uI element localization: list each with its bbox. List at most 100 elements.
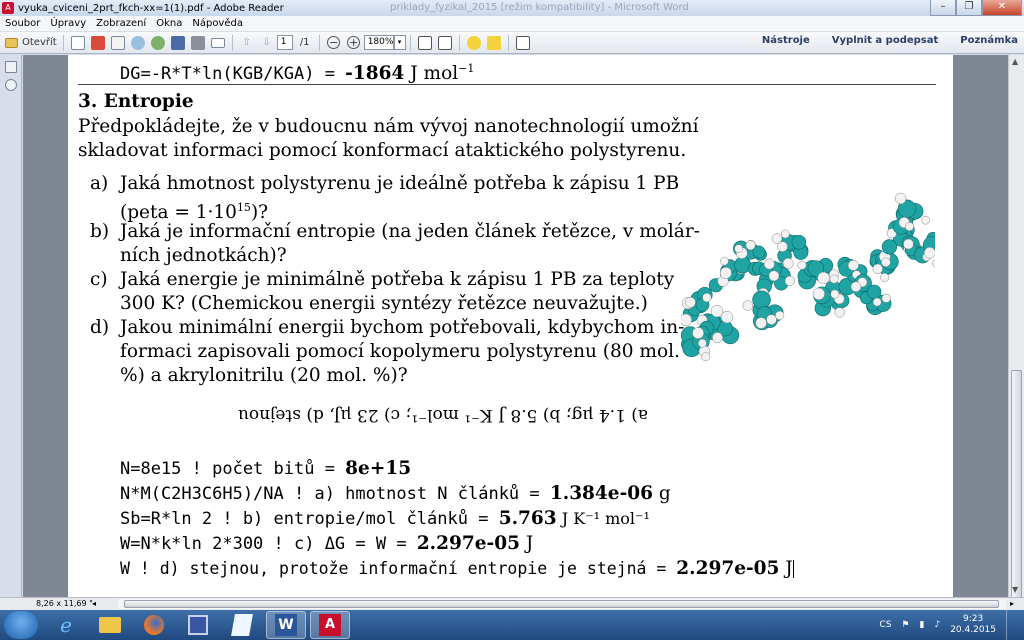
hydrogen-atom — [784, 275, 795, 287]
question-c-line-1: Jaká energie je minimálně potřeba k zápi… — [120, 269, 675, 290]
volume-icon[interactable]: ♪ — [934, 620, 940, 630]
taskbar-internet-explorer[interactable]: e — [46, 611, 86, 639]
expand-icon — [515, 35, 530, 50]
network-icon[interactable]: ▮ — [919, 620, 924, 630]
adobe-reader-icon: A — [2, 2, 14, 14]
taskbar-adobe-reader[interactable]: A — [310, 611, 350, 639]
horizontal-scroll-thumb[interactable] — [124, 600, 999, 608]
question-a-marker: a) — [90, 173, 109, 194]
fit-width-button[interactable] — [437, 34, 453, 52]
calc-line-5: W ! d) stejnou, protože informační entro… — [120, 558, 794, 579]
vertical-scroll-thumb[interactable] — [1011, 370, 1022, 600]
hydrogen-atom — [881, 293, 891, 303]
section-heading: 3. Entropie — [78, 91, 194, 112]
menu-file[interactable]: Soubor — [0, 18, 45, 29]
question-c-marker: c) — [90, 269, 108, 290]
fit-page-button[interactable] — [417, 34, 433, 52]
pdf-page: DG=-R*T*ln(KGB/KGA) = -1864 J mol−1 3. E… — [68, 55, 953, 597]
word-icon: W — [275, 614, 297, 636]
create-pdf-button[interactable] — [70, 34, 86, 52]
highlight-button[interactable] — [486, 34, 502, 52]
horizontal-scrollbar[interactable] — [118, 599, 1006, 609]
start-button[interactable] — [4, 611, 38, 639]
print-button[interactable] — [190, 34, 206, 52]
taskbar-save[interactable] — [178, 611, 218, 639]
hydrogen-atom — [768, 270, 780, 282]
question-a-line-1: Jaká hmotnost polystyrenu je ideálně pot… — [120, 173, 680, 194]
speech-bubble-icon — [466, 35, 481, 50]
save-button[interactable] — [170, 34, 186, 52]
flag-icon[interactable]: ⚑ — [901, 620, 909, 630]
plus-circle-icon: + — [347, 36, 361, 49]
menu-window[interactable]: Okna — [151, 18, 187, 29]
answers-upside-down: a) 1.4 μg; b) 5.8 J K⁻¹ mol⁻¹; c) 23 μJ,… — [237, 405, 648, 425]
fill-sign-link[interactable]: Vyplnit a podepsat — [832, 35, 939, 46]
hydrogen-atom — [872, 263, 883, 275]
open-label: Otevřít — [22, 37, 57, 48]
scroll-right-arrow[interactable]: ▸ — [1010, 599, 1014, 608]
carbon-atom — [866, 284, 882, 300]
toolbar: Otevřít ⇧ ⇩ 1 /1 − + 180% ▾ Nástroje Vyp… — [0, 32, 1024, 54]
print-icon — [190, 35, 205, 50]
scroll-left-arrow[interactable]: ◂ — [92, 599, 96, 608]
hydrogen-atom — [692, 327, 704, 339]
edit-button[interactable] — [110, 34, 126, 52]
scroll-down-arrow[interactable]: ▼ — [1012, 585, 1018, 594]
open-button[interactable]: Otevřít — [5, 34, 57, 52]
tools-link[interactable]: Nástroje — [762, 35, 810, 46]
language-indicator[interactable]: CS — [879, 620, 891, 630]
fit-width-icon — [437, 35, 452, 50]
hydrogen-atom — [932, 259, 935, 268]
notes-icon — [231, 614, 253, 636]
taskbar-explorer[interactable] — [90, 611, 130, 639]
taskbar-word[interactable]: W — [266, 611, 306, 639]
attachments-icon[interactable] — [5, 79, 17, 91]
hydrogen-atom — [834, 307, 845, 318]
hydrogen-atom — [763, 258, 775, 270]
menu-edit[interactable]: Úpravy — [45, 18, 91, 29]
arrow-down-icon: ⇩ — [262, 37, 271, 48]
window-title: vyuka_cviceni_2prt_fkch-xx=1(1).pdf - Ad… — [18, 2, 284, 14]
combine-button[interactable] — [90, 34, 106, 52]
page-thumbnails-icon[interactable] — [5, 61, 17, 73]
vertical-scrollbar[interactable]: ▲ ▼ — [1008, 55, 1024, 600]
hydrogen-atom — [829, 274, 839, 284]
expand-button[interactable] — [515, 34, 531, 52]
calc-line-1: N=8e15 ! počet bitů = 8e+15 — [120, 458, 412, 479]
zoom-in-button[interactable]: + — [346, 34, 362, 52]
show-desktop-button[interactable] — [1006, 610, 1016, 640]
taskbar-notes[interactable] — [222, 611, 262, 639]
hydrogen-atom — [812, 287, 825, 300]
question-d-line-2: formaci zapisovali pomocí kopolymeru pol… — [120, 341, 680, 362]
zoom-dropdown-arrow[interactable]: ▾ — [393, 35, 406, 50]
background-window-title: priklady_fyzikal_2015 [režim kompatibili… — [390, 2, 689, 13]
email-button[interactable] — [210, 34, 226, 52]
combine-icon — [90, 35, 105, 50]
question-d-line-1: Jakou minimální energii bychom potřebova… — [120, 317, 685, 338]
polystyrene-molecule-image — [681, 192, 935, 362]
hydrogen-atom — [742, 300, 753, 311]
hydrogen-atom — [685, 296, 696, 308]
zoom-out-button[interactable]: − — [326, 34, 342, 52]
arrow-up-icon: ⇧ — [242, 37, 251, 48]
hydrogen-atom — [681, 313, 692, 327]
taskbar-firefox[interactable] — [134, 611, 174, 639]
scroll-up-arrow[interactable]: ▲ — [1012, 57, 1018, 66]
menu-help[interactable]: Nápověda — [187, 18, 248, 29]
zoom-select[interactable]: 180% — [363, 35, 394, 50]
maximize-button[interactable]: ❐ — [956, 0, 982, 16]
menu-view[interactable]: Zobrazení — [91, 18, 151, 29]
clock[interactable]: 9:23 20.4.2015 — [950, 614, 996, 636]
next-page-button[interactable]: ⇩ — [259, 34, 275, 52]
comment-link[interactable]: Poznámka — [960, 35, 1018, 46]
cloud-button[interactable] — [130, 34, 146, 52]
minimize-button[interactable]: – — [930, 0, 956, 16]
close-button[interactable]: ✕ — [982, 0, 1022, 16]
comment-button[interactable] — [466, 34, 482, 52]
hydrogen-atom — [719, 256, 729, 266]
intro-line-2: skladovat informaci pomocí konformací at… — [78, 140, 687, 161]
create-pdf-icon — [70, 35, 85, 50]
share-button[interactable] — [150, 34, 166, 52]
prev-page-button[interactable]: ⇧ — [239, 34, 255, 52]
page-number-input[interactable]: 1 — [276, 35, 293, 50]
